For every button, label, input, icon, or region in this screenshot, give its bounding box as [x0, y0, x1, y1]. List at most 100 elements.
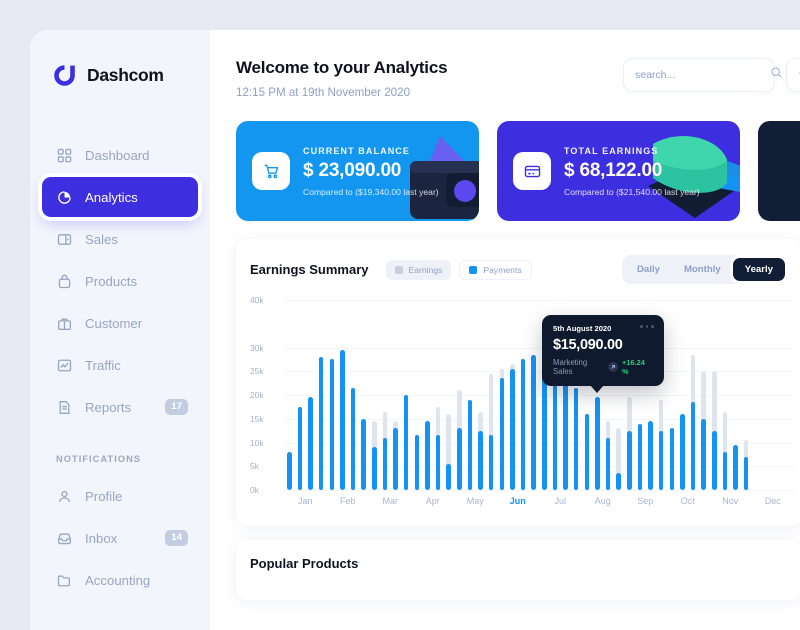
page-subtitle: 12:15 PM at 19th November 2020 — [236, 86, 411, 99]
chart-bar[interactable] — [475, 300, 486, 490]
bar-payments — [393, 428, 398, 490]
bar-payments — [467, 399, 473, 490]
sidebar-item-label: Dashboard — [85, 147, 150, 163]
add-button[interactable] — [786, 58, 800, 92]
bar-payments — [372, 447, 377, 490]
chart-bar[interactable] — [741, 300, 752, 490]
chart-bar[interactable] — [709, 300, 720, 490]
chart-bar[interactable] — [380, 300, 391, 490]
range-selector: Daily Monthly Yearly — [622, 255, 788, 284]
chart-bar[interactable] — [327, 300, 338, 490]
chart-bar[interactable] — [752, 300, 763, 490]
bar-payments — [350, 387, 356, 490]
x-axis-tick: Feb — [339, 496, 356, 506]
chart-bar[interactable] — [773, 300, 784, 490]
folder-icon — [56, 572, 72, 588]
x-axis-tick: Jun — [509, 496, 526, 506]
bar-payments — [287, 452, 292, 490]
stat-card-current-balance[interactable]: CURRENT BALANCE $ 23,090.00 Compared to … — [236, 121, 479, 221]
pie-chart-icon — [56, 189, 72, 205]
search-box[interactable] — [623, 58, 782, 92]
chart-bar[interactable] — [518, 300, 529, 490]
chart-bar[interactable] — [698, 300, 709, 490]
range-yearly[interactable]: Yearly — [732, 258, 785, 281]
sidebar-item-reports[interactable]: Reports 17 — [42, 387, 198, 427]
panel-title: Earnings Summary — [250, 262, 369, 277]
earnings-bar-chart: 0k 5k 10k 15k 20k 25k 30k 40k Jan Feb Mar Apr May Ju… — [250, 295, 800, 518]
chart-bar[interactable] — [677, 300, 688, 490]
sidebar-item-traffic[interactable]: Traffic — [42, 345, 198, 385]
chart-bar[interactable] — [295, 300, 306, 490]
x-axis-tick: Jul — [554, 496, 566, 506]
chart-bar[interactable] — [305, 300, 316, 490]
search-icon[interactable] — [770, 66, 783, 84]
bar-payments — [701, 418, 706, 490]
chart-bar[interactable] — [783, 300, 794, 490]
chart-bar[interactable] — [720, 300, 731, 490]
grid-icon — [56, 147, 72, 163]
sidebar-item-profile[interactable]: Profile — [42, 476, 198, 516]
bar-payments — [573, 387, 579, 490]
bar-payments — [595, 397, 600, 490]
bag-icon — [56, 273, 72, 289]
legend-item-payments[interactable]: Payments — [459, 259, 532, 280]
chart-bar[interactable] — [667, 300, 678, 490]
x-axis-tick: Mar — [382, 496, 399, 506]
sidebar-item-accounting[interactable]: Accounting — [42, 560, 198, 600]
chart-bar[interactable] — [486, 300, 497, 490]
bar-payments — [690, 402, 696, 490]
y-axis-tick: 20k — [250, 390, 264, 400]
chart-bar[interactable] — [337, 300, 348, 490]
stat-card-total-earnings[interactable]: TOTAL EARNINGS $ 68,122.00 Compared to (… — [497, 121, 740, 221]
chart-bar[interactable] — [730, 300, 741, 490]
sidebar-item-sales[interactable]: Sales — [42, 219, 198, 259]
sidebar-item-analytics[interactable]: Analytics — [42, 177, 198, 217]
tooltip-tail — [590, 385, 604, 393]
chart-bar[interactable] — [528, 300, 539, 490]
bar-payments — [446, 463, 451, 490]
app-window: Dashcom Dashboard Analytics Sales Produc… — [30, 30, 800, 630]
sidebar-item-products[interactable]: Products — [42, 261, 198, 301]
sidebar-item-dashboard[interactable]: Dashboard — [42, 135, 198, 175]
legend-item-earnings[interactable]: Earnings — [385, 259, 452, 280]
chart-bar[interactable] — [284, 300, 295, 490]
chart-bar[interactable] — [369, 300, 380, 490]
bar-payments — [722, 452, 728, 490]
sidebar-item-customer[interactable]: Customer — [42, 303, 198, 343]
chart-bar[interactable] — [465, 300, 476, 490]
chart-bar[interactable] — [401, 300, 412, 490]
tooltip-row: Marketing Sales +16.24 % — [553, 358, 653, 376]
chart-bar[interactable] — [422, 300, 433, 490]
document-icon — [56, 399, 72, 415]
chart-bar[interactable] — [454, 300, 465, 490]
chart-bar[interactable] — [688, 300, 699, 490]
y-axis-tick: 30k — [250, 342, 264, 353]
search-input[interactable] — [635, 69, 770, 81]
sidebar-item-inbox[interactable]: Inbox 14 — [42, 518, 198, 558]
chart-bar[interactable] — [443, 300, 454, 490]
sidebar-item-label: Accounting — [85, 572, 151, 588]
chart-bar[interactable] — [412, 300, 423, 490]
chart-bar[interactable] — [348, 300, 359, 490]
x-axis-tick: Oct — [680, 496, 695, 506]
chart-bar[interactable] — [507, 300, 518, 490]
gridline — [284, 490, 794, 491]
bar-payments — [308, 397, 313, 490]
tooltip-menu-icon[interactable] — [640, 325, 654, 328]
range-daily[interactable]: Daily — [625, 258, 672, 281]
stat-card-third[interactable] — [758, 121, 800, 221]
bar-payments — [361, 418, 366, 490]
legend-swatch — [469, 265, 478, 274]
earnings-summary-panel: Earnings Summary Earnings Payments Daily… — [236, 239, 800, 526]
bar-payments — [520, 359, 526, 490]
range-monthly[interactable]: Monthly — [672, 258, 733, 281]
chart-bar[interactable] — [497, 300, 508, 490]
stat-card-sub: Compared to ($21,540.00 last year) — [564, 186, 700, 197]
chart-bar[interactable] — [316, 300, 327, 490]
chart-bar[interactable] — [762, 300, 773, 490]
bar-payments — [318, 357, 324, 490]
chart-bar[interactable] — [358, 300, 369, 490]
sidebar-item-label: Customer — [85, 315, 143, 331]
chart-bar[interactable] — [433, 300, 444, 490]
chart-bar[interactable] — [390, 300, 401, 490]
